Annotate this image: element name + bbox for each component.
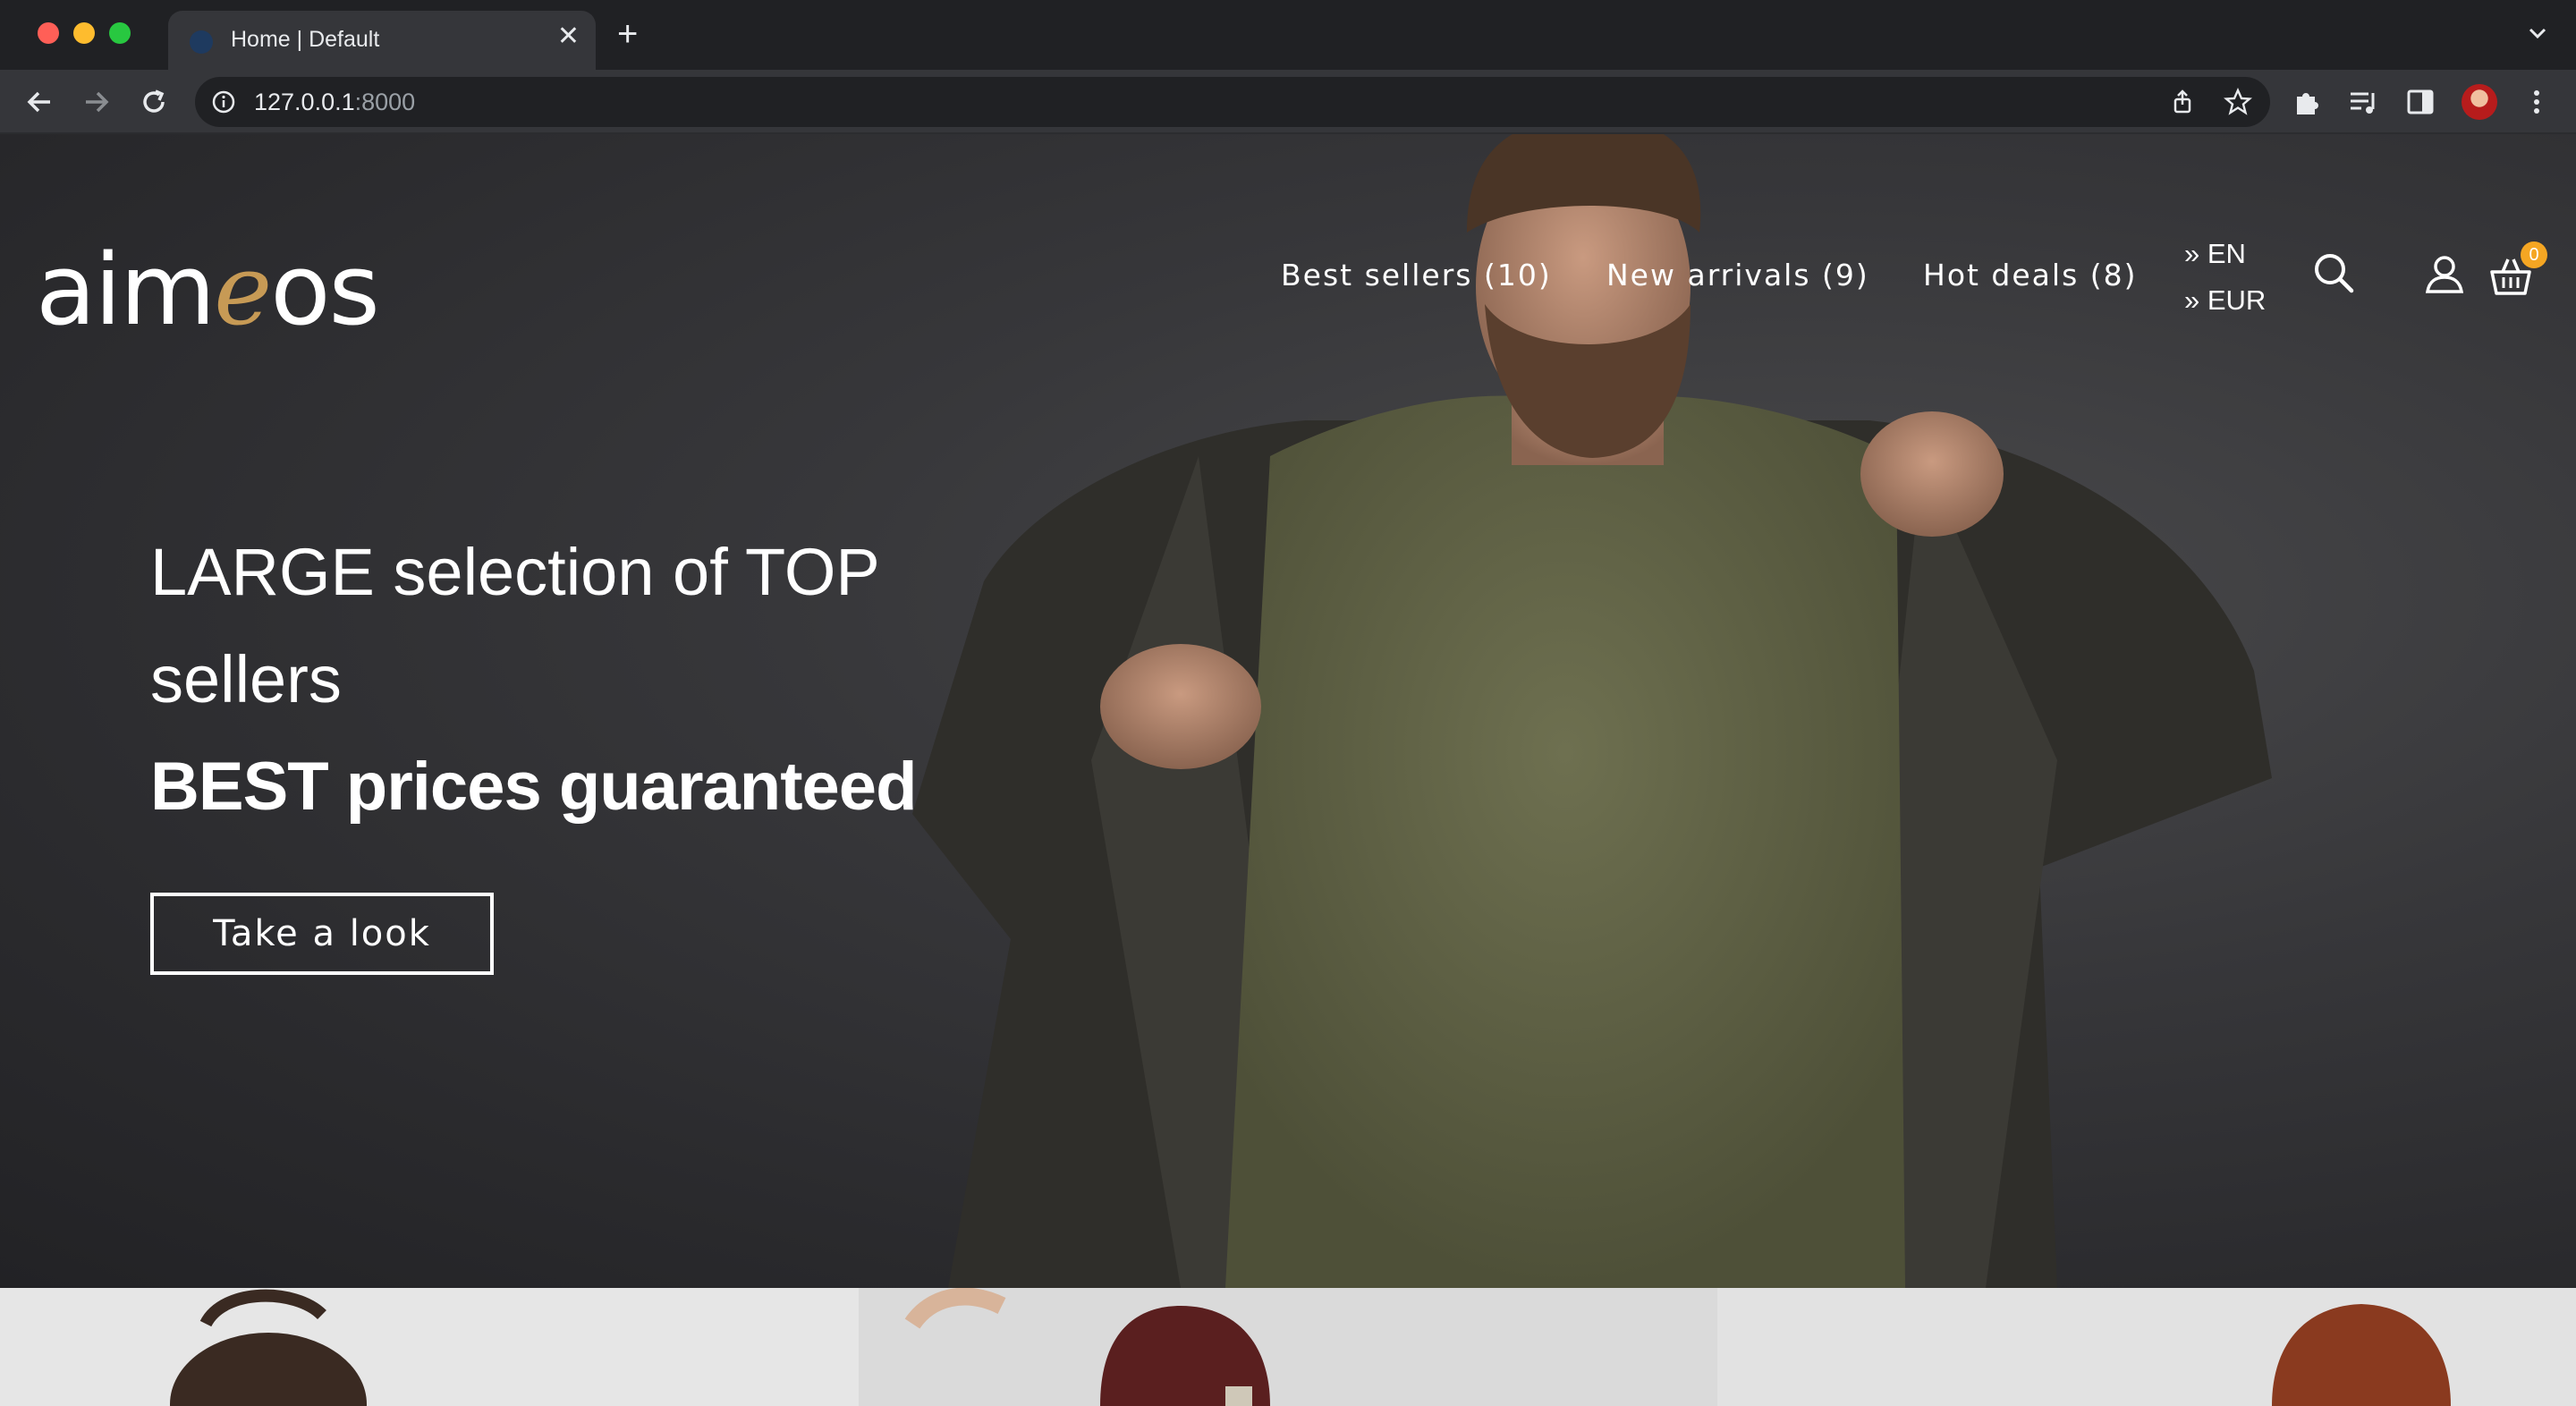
- url-text: 127.0.0.1:8000: [254, 89, 416, 115]
- reload-icon[interactable]: [136, 84, 172, 120]
- category-tile-women[interactable]: [0, 1288, 859, 1406]
- nav-hot-deals[interactable]: Hot deals (8): [1923, 258, 2138, 292]
- category-image-women: [170, 1289, 367, 1406]
- category-image-men: [2272, 1304, 2451, 1406]
- category-image-accessories: [904, 1288, 1270, 1406]
- browser-toolbar: 127.0.0.1:8000: [0, 70, 2576, 134]
- nav-new-arrivals[interactable]: New arrivals (9): [1606, 258, 1869, 292]
- search-icon[interactable]: [2311, 250, 2356, 295]
- close-icon[interactable]: ✕: [557, 23, 580, 50]
- share-icon[interactable]: [2168, 88, 2197, 116]
- user-account-icon[interactable]: [2422, 252, 2467, 297]
- page-viewport: aimeos Best sellers (10) New arrivals (9…: [0, 134, 2576, 1406]
- hero-headline-line-2: sellers: [150, 642, 342, 716]
- hero-headline-line-3: BEST prices guaranteed: [150, 749, 918, 825]
- address-bar[interactable]: 127.0.0.1:8000: [195, 77, 2270, 127]
- chevron-down-icon[interactable]: [2524, 20, 2551, 47]
- tab-title: Home | Default: [231, 27, 380, 52]
- media-queue-icon[interactable]: [2347, 86, 2379, 118]
- minimize-window-button[interactable]: [73, 22, 95, 44]
- category-tile-accessories[interactable]: [859, 1288, 1717, 1406]
- site-info-icon[interactable]: [211, 89, 236, 114]
- language-selector[interactable]: » EN: [2184, 238, 2246, 270]
- category-tile-men[interactable]: [1717, 1288, 2576, 1406]
- bookmark-star-icon[interactable]: [2224, 88, 2252, 116]
- back-arrow-icon[interactable]: [21, 84, 57, 120]
- take-a-look-button[interactable]: Take a look: [150, 893, 494, 975]
- currency-selector[interactable]: » EUR: [2184, 284, 2266, 317]
- browser-tab-bar: Home | Default ✕ +: [0, 0, 2576, 70]
- hero-headline-line-1: LARGE selection of TOP: [150, 535, 880, 609]
- nav-best-sellers[interactable]: Best sellers (10): [1281, 258, 1552, 292]
- profile-avatar[interactable]: [2462, 84, 2497, 120]
- more-options-icon[interactable]: [2521, 86, 2553, 118]
- forward-arrow-icon[interactable]: [79, 84, 114, 120]
- zoom-window-button[interactable]: [109, 22, 131, 44]
- hero-banner: aimeos Best sellers (10) New arrivals (9…: [0, 134, 2576, 1288]
- site-logo[interactable]: aimeos: [36, 233, 380, 347]
- close-window-button[interactable]: [38, 22, 59, 44]
- extensions-puzzle-icon[interactable]: [2290, 86, 2322, 118]
- favicon-icon: [190, 30, 213, 54]
- side-panel-icon[interactable]: [2404, 86, 2436, 118]
- basket-count-badge: 0: [2521, 241, 2547, 268]
- plus-icon[interactable]: +: [617, 16, 638, 52]
- browser-tab-active[interactable]: Home | Default ✕: [168, 11, 596, 70]
- hero-headline: LARGE selection of TOP sellers BEST pric…: [150, 519, 955, 841]
- hero-model-image: [912, 134, 2272, 1288]
